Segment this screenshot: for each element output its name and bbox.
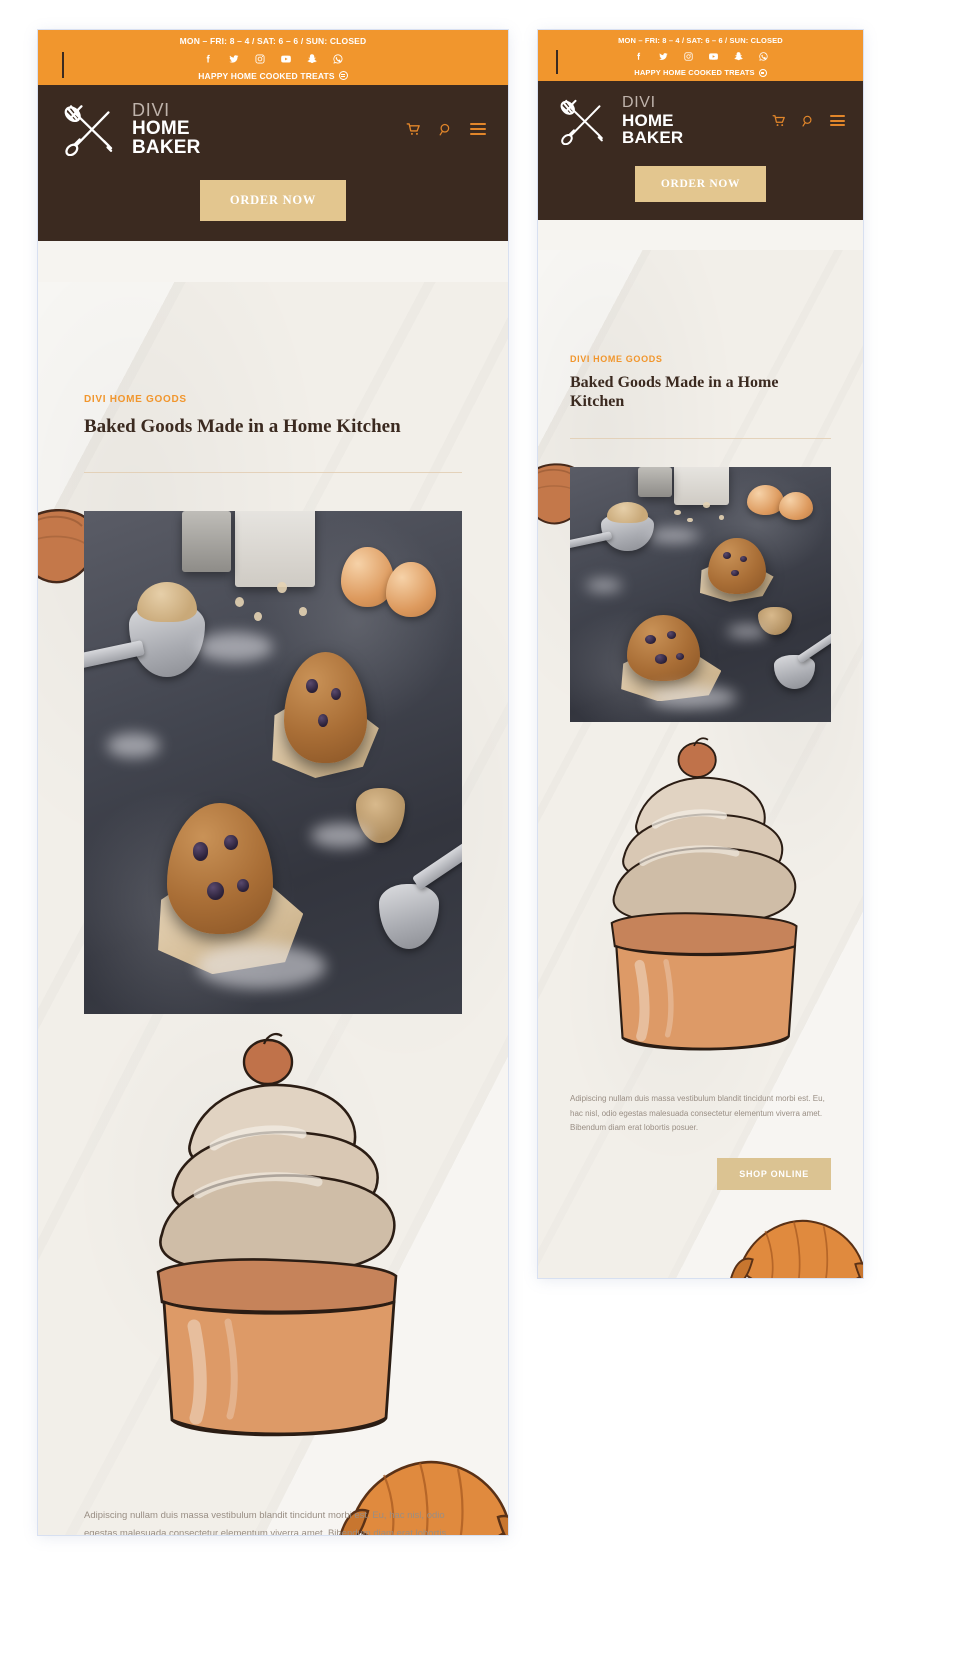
desktop-preview: MON – FRI: 8 – 4 / SAT: 6 – 6 / SUN: CLO…: [38, 30, 508, 1535]
whatsapp-icon[interactable]: [332, 53, 344, 65]
brand-line-divi: DIVI: [622, 94, 656, 112]
twitter-icon[interactable]: [228, 53, 240, 65]
preview-stage: MON – FRI: 8 – 4 / SAT: 6 – 6 / SUN: CLO…: [0, 0, 960, 1679]
search-icon[interactable]: [801, 114, 815, 128]
page-title: Baked Goods Made in a Home Kitchen: [570, 374, 779, 410]
page-background: DIVI HOME GOODS Baked Goods Made in a Ho…: [538, 250, 863, 1278]
order-button-row: ORDER NOW: [556, 166, 845, 203]
opening-hours-text: MON – FRI: 8 – 4 / SAT: 6 – 6 / SUN: CLO…: [179, 36, 367, 46]
content-top-spacer: [84, 282, 462, 394]
title-divider: [570, 437, 831, 439]
section-eyebrow: DIVI HOME GOODS: [84, 394, 187, 405]
muffin-photo: [84, 511, 462, 1015]
tagline-text: HAPPY HOME COOKED TREATS: [538, 68, 863, 77]
header-icons: [772, 114, 845, 128]
shop-online-button[interactable]: SHOP ONLINE: [717, 1158, 831, 1191]
body-paragraph: Adipiscing nullam duis massa vestibulum …: [84, 1510, 447, 1535]
cart-icon[interactable]: [772, 114, 786, 128]
site-header: DIVI HOME BAKER ORDER NOW: [38, 84, 508, 241]
youtube-icon[interactable]: [280, 53, 292, 65]
order-button-row: ORDER NOW: [60, 179, 486, 221]
neutral-face-emoji: [338, 71, 348, 81]
mobile-preview: MON – FRI: 8 – 4 / SAT: 6 – 6 / SUN: CLO…: [538, 30, 863, 1278]
youtube-icon[interactable]: [708, 51, 719, 62]
tagline-label: HAPPY HOME COOKED TREATS: [634, 68, 755, 78]
twitter-icon[interactable]: [658, 51, 669, 62]
instagram-icon[interactable]: [683, 51, 694, 62]
instagram-icon[interactable]: [254, 53, 266, 65]
page-background: DIVI HOME GOODS Baked Goods Made in a Ho…: [38, 282, 508, 1535]
snapchat-icon[interactable]: [306, 53, 318, 65]
opening-hours-text: MON – FRI: 8 – 4 / SAT: 6 – 6 / SUN: CLO…: [618, 36, 783, 45]
social-links: [538, 51, 863, 62]
watercolor-cupcake-illustration: [84, 1026, 462, 1451]
order-now-button[interactable]: ORDER NOW: [634, 166, 767, 203]
header-row: DIVI HOME BAKER: [556, 95, 845, 146]
content-top-spacer: [570, 250, 831, 354]
section-eyebrow: DIVI HOME GOODS: [570, 354, 663, 364]
shop-button-row: SHOP ONLINE: [570, 1158, 831, 1216]
tagline-text: HAPPY HOME COOKED TREATS: [38, 71, 508, 81]
announcement-bar: MON – FRI: 8 – 4 / SAT: 6 – 6 / SUN: CLO…: [538, 30, 863, 82]
cart-icon[interactable]: [406, 122, 421, 137]
brand-logo[interactable]: DIVI HOME BAKER: [556, 95, 683, 146]
body-paragraph: Adipiscing nullam duis massa vestibulum …: [570, 1093, 825, 1133]
title-divider: [84, 472, 462, 474]
tagline-label: HAPPY HOME COOKED TREATS: [198, 70, 335, 81]
header-icons: [406, 122, 486, 137]
brand-line-baker: BAKER: [622, 128, 684, 148]
brand-line-home: HOME: [622, 110, 674, 130]
order-now-button[interactable]: ORDER NOW: [199, 179, 347, 221]
text-cursor-artifact: [556, 50, 558, 74]
main-content: DIVI HOME GOODS Baked Goods Made in a Ho…: [38, 282, 508, 1535]
search-icon[interactable]: [438, 122, 453, 137]
muffin-photo: [570, 466, 831, 722]
hamburger-menu-icon[interactable]: [470, 123, 486, 136]
header-row: DIVI HOME BAKER: [60, 99, 486, 159]
main-content: DIVI HOME GOODS Baked Goods Made in a Ho…: [538, 250, 863, 1216]
announcement-bar: MON – FRI: 8 – 4 / SAT: 6 – 6 / SUN: CLO…: [38, 30, 508, 85]
brand-logo[interactable]: DIVI HOME BAKER: [60, 99, 201, 159]
rolling-pin-whisk-icon: [60, 102, 122, 157]
brand-wordmark: DIVI HOME BAKER: [132, 99, 201, 159]
hamburger-menu-icon[interactable]: [830, 115, 845, 127]
neutral-face-emoji: [758, 68, 767, 77]
page-title: Baked Goods Made in a Home Kitchen: [84, 416, 401, 437]
site-header: DIVI HOME BAKER ORDER NOW: [538, 81, 863, 221]
snapchat-icon[interactable]: [733, 51, 744, 62]
whatsapp-icon[interactable]: [758, 51, 769, 62]
facebook-icon[interactable]: [202, 53, 214, 65]
brand-line-divi: DIVI: [132, 99, 170, 120]
watercolor-cupcake-illustration: [570, 732, 831, 1062]
facebook-icon[interactable]: [633, 51, 644, 62]
brand-line-home: HOME: [132, 117, 190, 139]
brand-line-baker: BAKER: [132, 137, 201, 159]
text-cursor-artifact: [62, 52, 64, 78]
brand-wordmark: DIVI HOME BAKER: [622, 94, 684, 148]
rolling-pin-whisk-icon: [556, 97, 612, 145]
social-links: [38, 53, 508, 65]
